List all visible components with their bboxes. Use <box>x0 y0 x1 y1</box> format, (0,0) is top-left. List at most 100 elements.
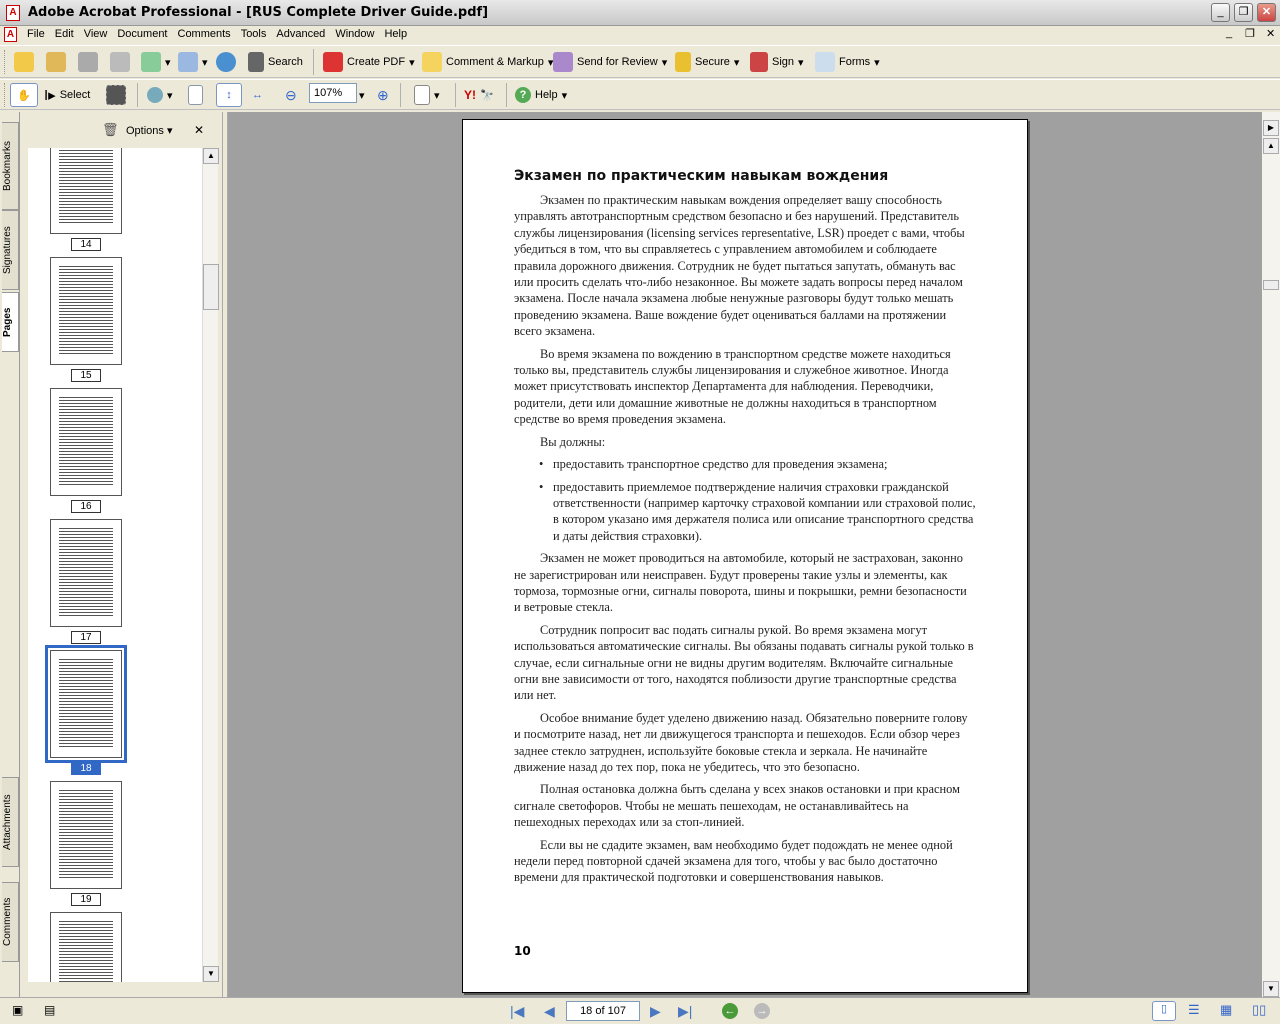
camera-icon <box>106 85 126 105</box>
last-page-button[interactable]: ▶| <box>678 1003 692 1020</box>
print-button[interactable] <box>110 50 130 74</box>
facing-view-button[interactable]: ▯▯ <box>1252 1002 1266 1018</box>
menu-window[interactable]: Window <box>330 26 379 42</box>
document-properties-button[interactable]: ▾ <box>141 50 171 74</box>
menu-tools[interactable]: Tools <box>236 26 272 42</box>
close-panel-button[interactable]: ✕ <box>194 123 204 137</box>
tab-pages[interactable]: Pages <box>2 292 19 352</box>
minimize-button[interactable]: _ <box>1211 3 1230 22</box>
menu-edit[interactable]: Edit <box>50 26 79 42</box>
menu-advanced[interactable]: Advanced <box>271 26 330 42</box>
search-button[interactable]: Search <box>248 50 303 74</box>
create-pdf-button[interactable]: Create PDF ▾ <box>323 50 415 74</box>
document-view: Экзамен по практическим навыкам вождения… <box>228 112 1262 997</box>
secure-button[interactable]: Secure ▾ <box>675 50 739 74</box>
send-review-button[interactable]: Send for Review ▾ <box>553 50 667 74</box>
zoom-out-button[interactable]: ⊖ <box>285 83 297 107</box>
print-icon <box>110 52 130 72</box>
email-icon <box>216 52 236 72</box>
page-thumbnail[interactable] <box>50 519 122 627</box>
menu-document[interactable]: Document <box>112 26 172 42</box>
scroll-down-button[interactable]: ▼ <box>203 966 219 982</box>
show-panel-button[interactable]: ▶ <box>1263 120 1279 136</box>
page-icon <box>188 85 203 105</box>
page-number-input[interactable]: 18 of 107 <box>566 1001 640 1021</box>
panel-toggle-icon[interactable]: ▣ <box>12 1003 23 1017</box>
fit-width-button[interactable]: ↔ <box>252 83 263 107</box>
menu-file[interactable]: File <box>22 26 50 42</box>
tab-signatures[interactable]: Signatures <box>2 210 19 290</box>
next-view-button[interactable]: → <box>754 1003 770 1019</box>
forms-button[interactable]: Forms ▾ <box>815 50 880 74</box>
tab-bookmarks[interactable]: Bookmarks <box>2 122 19 210</box>
menu-comments[interactable]: Comments <box>173 26 236 42</box>
scroll-thumb[interactable] <box>1263 280 1279 290</box>
continuous-view-button[interactable]: ☰ <box>1188 1002 1200 1018</box>
page-thumbnail[interactable] <box>50 912 122 982</box>
actual-size-button[interactable] <box>188 83 203 107</box>
document-scrollbar[interactable]: ▶ ▲ ▼ <box>1262 112 1280 997</box>
tab-comments[interactable]: Comments <box>2 882 19 962</box>
panel-header: 🗑 Options ▾ ✕ <box>20 112 222 146</box>
previous-view-button[interactable]: ← <box>722 1003 738 1019</box>
doc-restore-button[interactable]: ❐ <box>1245 27 1255 40</box>
folder-open-icon <box>14 52 34 72</box>
zoom-input[interactable]: 107% <box>309 83 357 103</box>
page-thumbnail-label: 15 <box>71 369 101 382</box>
fit-page-icon: ↕ <box>226 89 232 101</box>
file-toolbar: ▾ ▾ Search Create PDF ▾ Comment & Markup ▾… <box>0 45 1280 78</box>
page-thumbnail-selected[interactable] <box>45 645 127 763</box>
yahoo-search-button[interactable]: Y! 🔭 <box>464 83 494 107</box>
binoculars-icon <box>248 52 264 72</box>
page-thumbnail[interactable] <box>50 781 122 889</box>
save-button[interactable] <box>78 50 98 74</box>
scroll-up-button[interactable]: ▲ <box>1263 138 1279 154</box>
menu-help[interactable]: Help <box>379 26 412 42</box>
document-icon[interactable]: A <box>4 27 17 42</box>
doc-minimize-button[interactable]: _ <box>1226 27 1232 39</box>
paperclip-icon <box>178 52 198 72</box>
tab-attachments[interactable]: Attachments <box>2 777 19 867</box>
page-thumbnail[interactable] <box>50 257 122 365</box>
scroll-down-button[interactable]: ▼ <box>1263 981 1279 997</box>
bullet-item: предоставить приемлемое подтверждение на… <box>514 479 976 545</box>
sign-button[interactable]: Sign ▾ <box>750 50 804 74</box>
page-thumbnail-label: 17 <box>71 631 101 644</box>
zoom-in-button[interactable]: ⊕ <box>377 83 389 107</box>
options-menu[interactable]: Options ▾ <box>126 124 173 137</box>
rotate-page-icon <box>414 85 430 105</box>
single-page-view-button[interactable]: ▯ <box>1152 1001 1176 1021</box>
previous-page-button[interactable]: ◀ <box>544 1003 555 1020</box>
open-button[interactable] <box>14 50 34 74</box>
scroll-thumb[interactable] <box>203 264 219 310</box>
snapshot-button[interactable] <box>106 83 126 107</box>
organizer-button[interactable] <box>46 50 66 74</box>
continuous-facing-view-button[interactable]: ▦ <box>1220 1002 1232 1018</box>
select-tool-button[interactable]: I▸ Select <box>44 83 90 107</box>
first-page-button[interactable]: |◀ <box>510 1003 524 1020</box>
next-page-button[interactable]: ▶ <box>650 1003 661 1020</box>
page-number: 10 <box>514 944 531 958</box>
page-options-icon[interactable]: ▤ <box>44 1003 55 1017</box>
lock-icon <box>675 52 691 72</box>
send-review-label: Send for Review <box>577 56 658 68</box>
thumbnail-scrollbar[interactable]: ▲ ▼ <box>202 148 219 982</box>
comment-markup-button[interactable]: Comment & Markup ▾ <box>422 50 553 74</box>
close-button[interactable]: ✕ <box>1257 3 1276 22</box>
fit-page-button[interactable]: ↕ <box>216 83 242 107</box>
zoom-dropdown[interactable]: ▾ <box>359 83 365 107</box>
email-button[interactable] <box>216 50 236 74</box>
zoom-tool-button[interactable]: ▾ <box>147 83 173 107</box>
menu-view[interactable]: View <box>79 26 113 42</box>
hand-tool-button[interactable]: ✋ <box>10 83 38 107</box>
rotate-button[interactable]: ▾ <box>414 83 440 107</box>
page-thumbnail[interactable] <box>50 148 122 234</box>
maximize-button[interactable]: ❐ <box>1234 3 1253 22</box>
doc-close-button[interactable]: ✕ <box>1266 27 1275 40</box>
trash-icon[interactable]: 🗑 <box>102 122 119 138</box>
help-button[interactable]: ? Help ▾ <box>515 83 567 107</box>
attach-button[interactable]: ▾ <box>178 50 208 74</box>
page-thumbnail[interactable] <box>50 388 122 496</box>
cabinet-icon <box>141 52 161 72</box>
scroll-up-button[interactable]: ▲ <box>203 148 219 164</box>
